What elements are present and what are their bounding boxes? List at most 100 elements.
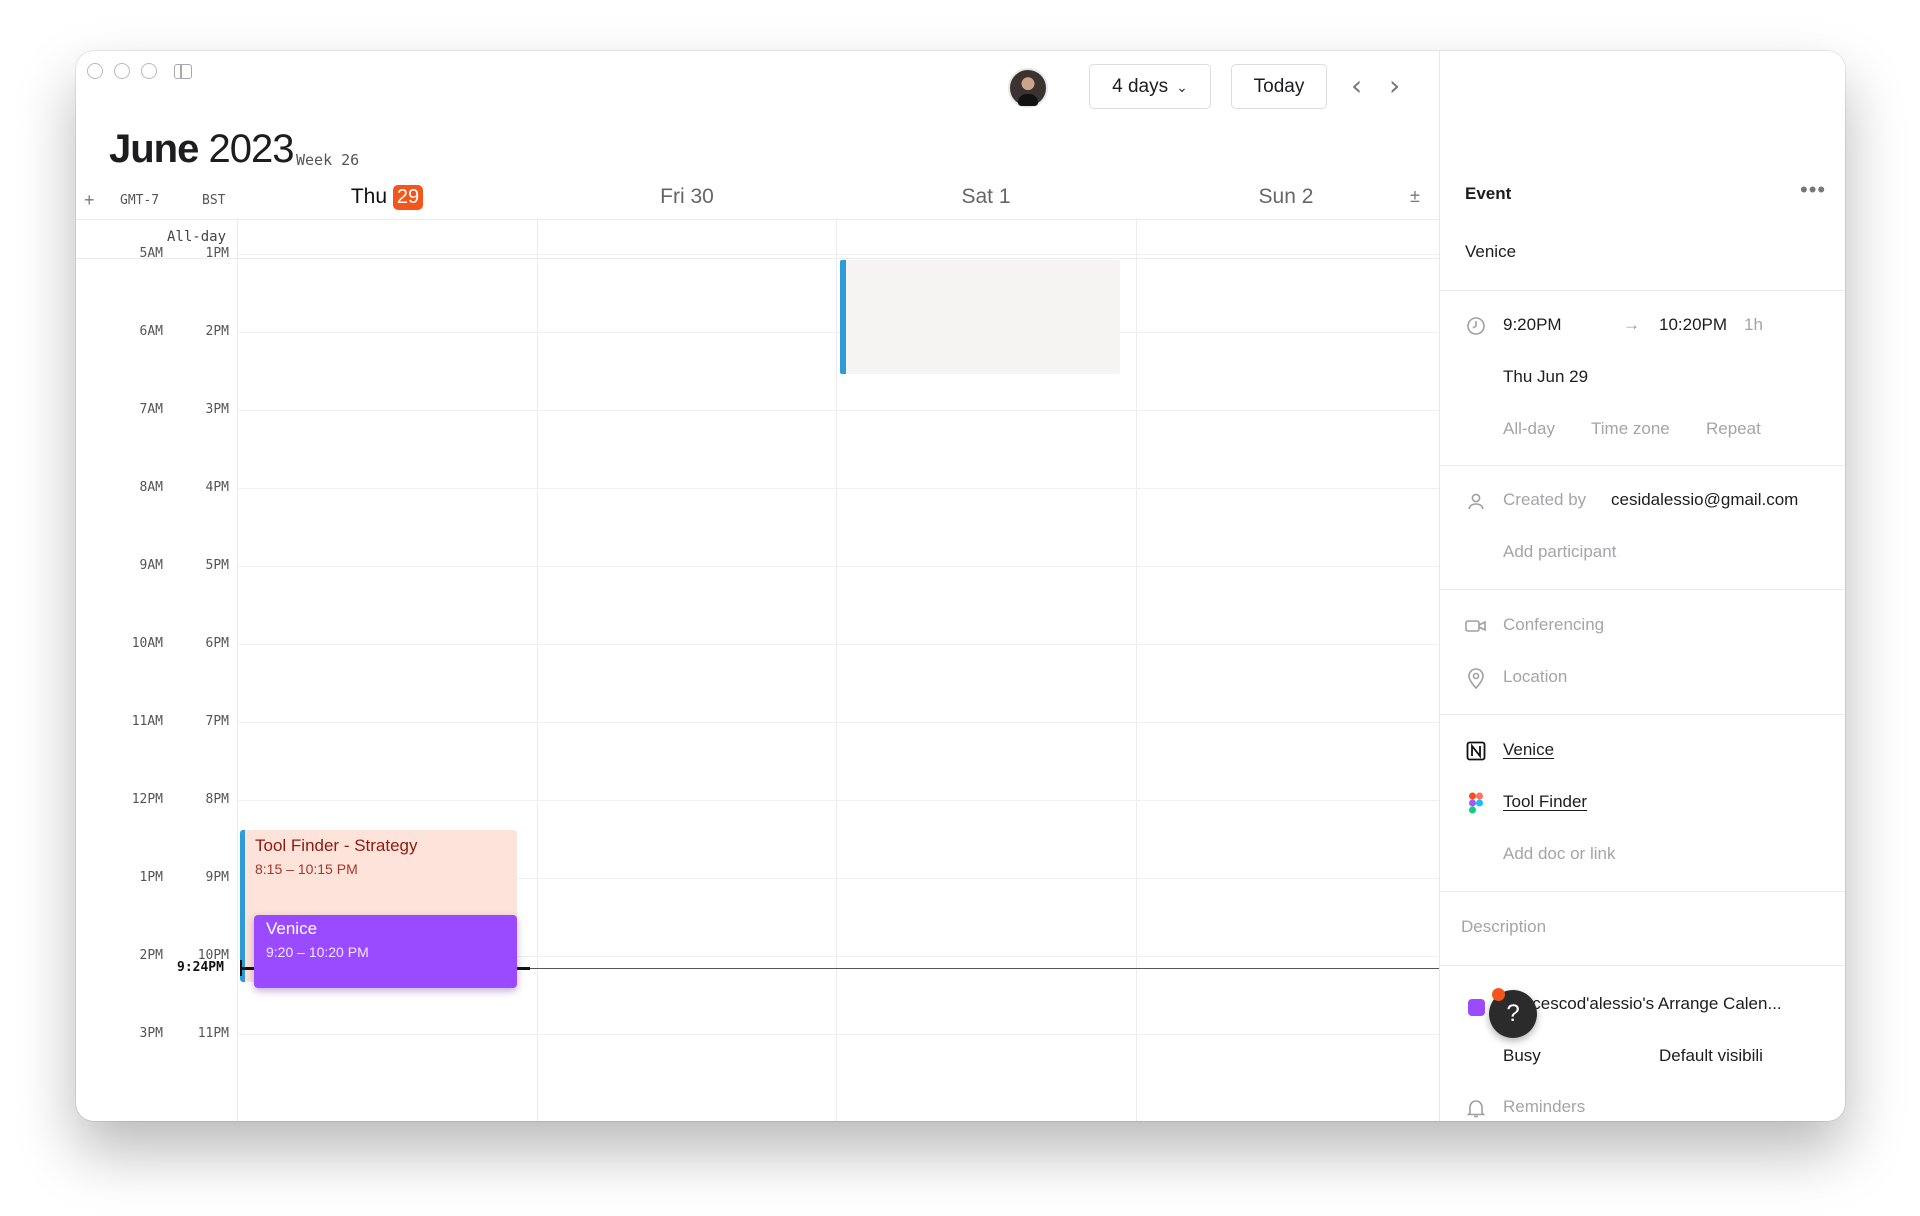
hour-label-secondary: 1PM <box>205 246 229 261</box>
person-icon <box>1465 490 1487 512</box>
hour-label-primary: 10AM <box>131 636 163 651</box>
today-date-badge: 29 <box>392 185 424 210</box>
day-header-sun[interactable]: Sun 2 <box>1136 185 1436 209</box>
panel-heading: Event <box>1465 184 1512 203</box>
hour-label-secondary: 3PM <box>205 402 229 417</box>
date-label: 1 <box>998 185 1011 208</box>
event-time: 9:20 – 10:20 PM <box>266 944 369 960</box>
day-header-sat[interactable]: Sat 1 <box>836 185 1136 209</box>
creator-email: cesidalessio@gmail.com <box>1611 490 1799 509</box>
weekday-label: Sun <box>1258 185 1296 208</box>
user-avatar[interactable] <box>1008 68 1048 108</box>
hour-label-primary: 11AM <box>131 714 163 729</box>
conferencing-button[interactable]: Conferencing <box>1503 615 1604 635</box>
hour-line <box>237 410 1439 411</box>
divider <box>1440 965 1845 966</box>
weekday-label: Sat <box>961 185 993 208</box>
year-label: 2023 <box>208 127 294 171</box>
time-grid[interactable]: 5AM 1PM 6AM 2PM 7AM 3PM 8AM 4PM 9AM 5PM 10AM 6PM 11A… <box>76 218 1439 1121</box>
view-range-label: 4 days <box>1112 75 1169 97</box>
event-title: Tool Finder - Strategy <box>255 836 418 855</box>
hour-line <box>237 332 1439 333</box>
week-label: Week 26 <box>296 151 360 169</box>
calendar-select[interactable]: francescod'alessio's Arrange Calen... <box>1503 994 1782 1014</box>
timezone-secondary[interactable]: BST <box>202 193 225 208</box>
hour-label-secondary: 4PM <box>205 480 229 495</box>
divider <box>1440 465 1845 466</box>
hour-label-secondary: 7PM <box>205 714 229 729</box>
doc-link-venice[interactable]: Venice <box>1503 740 1554 760</box>
hour-label-secondary: 2PM <box>205 324 229 339</box>
add-doc-button[interactable]: Add doc or link <box>1503 844 1615 864</box>
timezone-primary[interactable]: GMT-7 <box>120 193 159 208</box>
hour-label-secondary: 9PM <box>205 870 229 885</box>
month-label: June <box>109 127 199 171</box>
day-header-fri[interactable]: Fri 30 <box>537 185 837 209</box>
notification-dot <box>1492 988 1505 1001</box>
allday-toggle[interactable]: All-day <box>1503 419 1555 439</box>
day-header-thu[interactable]: Thu 29 <box>237 185 537 210</box>
next-arrow-icon[interactable]: › <box>1389 69 1400 102</box>
more-options-icon[interactable]: ••• <box>1800 177 1826 203</box>
column-divider <box>836 218 837 1121</box>
bell-icon <box>1465 1097 1487 1119</box>
start-time-field[interactable]: 9:20PM <box>1503 315 1562 335</box>
column-divider <box>237 218 238 1121</box>
hour-label-primary: 12PM <box>131 792 163 807</box>
divider <box>1440 714 1845 715</box>
reminders-button[interactable]: Reminders <box>1503 1097 1585 1117</box>
divider <box>1440 290 1845 291</box>
close-window-button[interactable] <box>87 63 103 79</box>
event-details-panel: Event ••• Venice 9:20PM → 10:20PM 1h Thu… <box>1439 51 1845 1121</box>
busy-select[interactable]: Busy <box>1503 1046 1541 1066</box>
allday-row[interactable] <box>76 219 1439 259</box>
hour-line <box>237 800 1439 801</box>
description-field[interactable]: Description <box>1461 917 1546 937</box>
location-field[interactable]: Location <box>1503 667 1567 687</box>
event-title-field[interactable]: Venice <box>1465 242 1516 262</box>
date-field[interactable]: Thu Jun 29 <box>1503 367 1588 387</box>
add-timezone-button[interactable]: + <box>84 190 95 211</box>
allday-label: All-day <box>167 229 227 245</box>
hour-label-secondary: 5PM <box>205 558 229 573</box>
created-by-label: Created by <box>1503 490 1587 509</box>
divider <box>1440 891 1845 892</box>
hour-line <box>237 722 1439 723</box>
hour-label-primary: 9AM <box>139 558 163 573</box>
hour-label-primary: 1PM <box>139 870 163 885</box>
weekday-label: Fri <box>660 185 685 208</box>
clock-icon <box>1465 315 1487 337</box>
view-range-select[interactable]: 4 days ⌄ <box>1089 64 1211 109</box>
figma-icon <box>1465 792 1487 814</box>
maximize-window-button[interactable] <box>141 63 157 79</box>
timezone-button[interactable]: Time zone <box>1591 419 1670 439</box>
doc-link-tool-finder[interactable]: Tool Finder <box>1503 792 1587 812</box>
minimize-window-button[interactable] <box>114 63 130 79</box>
expand-toggle[interactable]: ± <box>1410 186 1420 207</box>
today-button[interactable]: Today <box>1231 64 1327 109</box>
arrow-right-icon: → <box>1623 315 1640 334</box>
current-time-label: 9:24PM <box>177 960 224 975</box>
hour-label-primary: 5AM <box>139 246 163 261</box>
hour-label-primary: 2PM <box>139 948 163 963</box>
hour-label-primary: 6AM <box>139 324 163 339</box>
previous-arrow-icon[interactable]: ‹ <box>1351 69 1362 102</box>
date-label: 2 <box>1301 185 1314 208</box>
notion-icon <box>1465 740 1487 762</box>
event-time: 8:15 – 10:15 PM <box>255 861 358 877</box>
hour-label-secondary: 11PM <box>197 1026 229 1041</box>
visibility-select[interactable]: Default visibili <box>1659 1046 1763 1066</box>
event-venice[interactable]: Venice 9:20 – 10:20 PM <box>254 915 517 988</box>
add-participant-button[interactable]: Add participant <box>1503 542 1616 562</box>
hour-line <box>237 254 1439 255</box>
event-title: Venice <box>266 919 318 938</box>
location-pin-icon <box>1465 667 1487 689</box>
chevron-down-icon: ⌄ <box>1176 79 1188 95</box>
event-placeholder-sat[interactable] <box>840 260 1120 374</box>
end-time-field[interactable]: 10:20PM <box>1659 315 1727 335</box>
calendar-color-swatch <box>1468 999 1485 1016</box>
duration-label: 1h <box>1744 315 1763 334</box>
calendar-window: 4 days ⌄ Today ‹ › June 2023 Week 26 + G… <box>76 51 1845 1121</box>
repeat-button[interactable]: Repeat <box>1706 419 1761 439</box>
sidebar-toggle-icon[interactable] <box>174 63 192 79</box>
